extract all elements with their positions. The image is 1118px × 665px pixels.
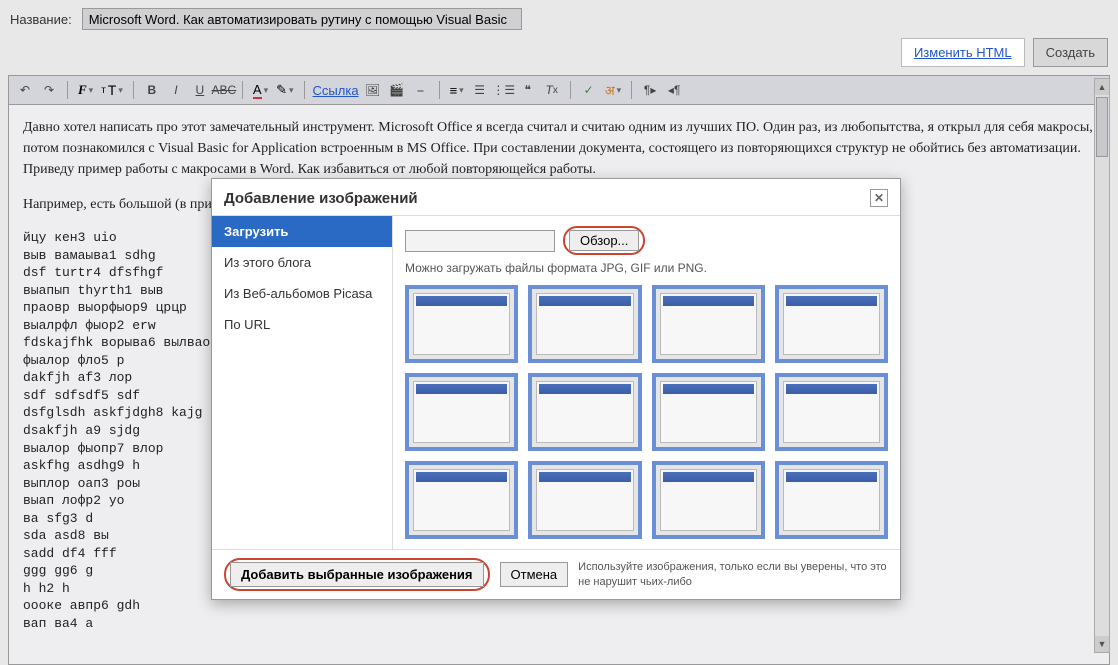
font-size-dropdown[interactable]: тТ [99,82,125,98]
edit-html-button[interactable]: Изменить HTML [901,38,1025,67]
quote-button[interactable]: ❝ [518,80,538,100]
tab-by-url[interactable]: По URL [212,309,392,340]
separator [133,81,134,99]
thumbnail[interactable] [528,373,641,451]
redo-button[interactable]: ↷ [39,80,59,100]
strikethrough-button[interactable]: ABC [214,80,234,100]
title-input[interactable] [82,8,522,30]
thumbnail[interactable] [528,285,641,363]
thumbnail[interactable] [652,285,765,363]
thumbnail[interactable] [652,373,765,451]
dialog-title: Добавление изображений [224,190,418,207]
separator [67,81,68,99]
rtl-button[interactable]: ◂¶ [664,80,684,100]
spellcheck-button[interactable]: ✓ [579,80,599,100]
tab-picasa[interactable]: Из Веб-альбомов Picasa [212,278,392,309]
thumbnail[interactable] [775,285,888,363]
browse-button[interactable]: Обзор... [569,230,639,251]
paragraph-1: Давно хотел написать про этот замечатель… [23,117,1095,180]
separator [631,81,632,99]
toolbar: ↶ ↷ F тТ B I U ABC A ✎ Ссылка 🖼 🎬 ⎯ ≡ ☰ … [8,75,1110,105]
cancel-button[interactable]: Отмена [500,562,569,587]
video-button[interactable]: 🎬 [387,80,407,100]
align-icon: ≡ [450,83,458,98]
thumbnail[interactable] [405,373,518,451]
thumbnail[interactable] [405,285,518,363]
dialog-tabs: Загрузить Из этого блога Из Веб-альбомов… [212,216,392,549]
bold-button[interactable]: B [142,80,162,100]
add-highlight: Добавить выбранные изображения [224,558,490,591]
tab-from-blog[interactable]: Из этого блога [212,247,392,278]
scrollbar-thumb[interactable] [1096,97,1108,157]
separator [304,81,305,99]
create-button[interactable]: Создать [1033,38,1108,67]
thumbnail[interactable] [775,373,888,451]
ltr-button[interactable]: ¶▸ [640,80,660,100]
text-color-dropdown[interactable]: A [251,82,270,99]
thumbnail[interactable] [652,461,765,539]
separator [439,81,440,99]
thumbnail[interactable] [405,461,518,539]
ordered-list-button[interactable]: ☰ [470,80,490,100]
underline-button[interactable]: U [190,80,210,100]
separator [570,81,571,99]
title-label: Название: [10,12,72,27]
remove-format-button[interactable]: Tx [542,80,562,100]
pagebreak-button[interactable]: ⎯ [411,80,431,100]
add-images-dialog: Добавление изображений ✕ Загрузить Из эт… [211,178,901,600]
highlight-dropdown[interactable]: ✎ [274,82,295,98]
link-button[interactable]: Ссылка [313,83,359,98]
thumbnail-grid [405,285,888,539]
file-path-input[interactable] [405,230,555,252]
dialog-content: Обзор... Можно загружать файлы формата J… [392,216,900,549]
thumbnail[interactable] [775,461,888,539]
browse-highlight: Обзор... [563,226,645,255]
footer-note: Используйте изображения, только если вы … [578,560,888,589]
image-button[interactable]: 🖼 [363,80,383,100]
close-icon[interactable]: ✕ [870,189,888,207]
scroll-down-button[interactable]: ▼ [1095,636,1109,652]
vertical-scrollbar[interactable]: ▲ ▼ [1094,78,1110,653]
align-dropdown[interactable]: ≡ [448,83,466,98]
tab-upload[interactable]: Загрузить [212,216,392,247]
italic-button[interactable]: I [166,80,186,100]
thumbnail[interactable] [528,461,641,539]
font-family-dropdown[interactable]: F [76,82,95,98]
undo-button[interactable]: ↶ [15,80,35,100]
upload-hint: Можно загружать файлы формата JPG, GIF и… [405,261,888,275]
scroll-up-button[interactable]: ▲ [1095,79,1109,95]
unordered-list-button[interactable]: ⋮☰ [494,80,514,100]
separator [242,81,243,99]
add-selected-button[interactable]: Добавить выбранные изображения [230,562,484,587]
highlight-icon: ✎ [276,82,287,98]
transliterate-dropdown[interactable]: अ [603,81,623,99]
